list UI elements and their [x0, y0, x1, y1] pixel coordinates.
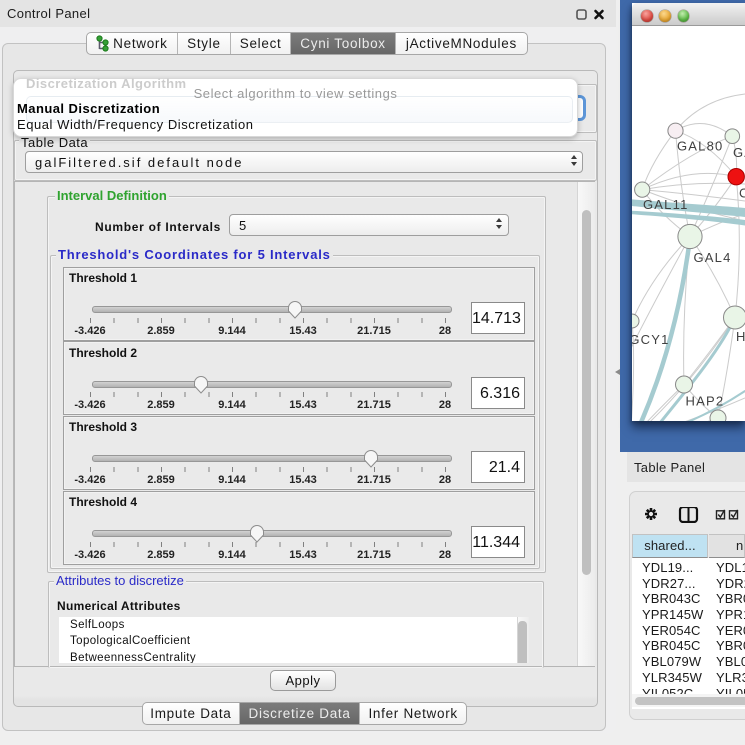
svg-text:GAL80: GAL80 — [677, 139, 723, 154]
svg-text:GA: GA — [733, 145, 745, 160]
svg-text:GCY1: GCY1 — [632, 332, 670, 347]
svg-text:HAP2: HAP2 — [686, 394, 725, 409]
svg-text:H: H — [736, 329, 745, 344]
svg-text:GAL11: GAL11 — [643, 197, 689, 212]
svg-text:GAL4: GAL4 — [694, 250, 732, 265]
svg-text:CY: CY — [739, 186, 745, 201]
